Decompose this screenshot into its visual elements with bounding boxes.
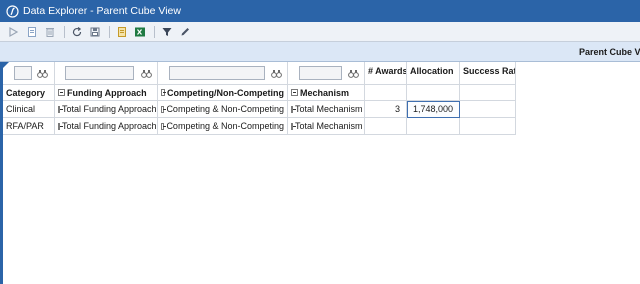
row-rfa-mechanism-label: Total Mechanism	[295, 121, 363, 131]
row-rfa-success-rate[interactable]	[460, 118, 516, 135]
column-header-mechanism[interactable]: Mechanism	[288, 85, 365, 101]
row-clinical-funding-label: Total Funding Approach	[62, 104, 157, 114]
column-header-allocation: Allocation	[407, 62, 460, 85]
filter-cell-category	[3, 62, 55, 85]
row-clinical-competing-label: Competing & Non-Competing	[166, 104, 284, 114]
toolbar	[0, 22, 640, 42]
column-header-awards: # Awards	[365, 62, 407, 85]
column-header-category: Category	[3, 85, 55, 101]
window-titlebar: Data Explorer - Parent Cube View	[0, 0, 640, 22]
binoculars-icon[interactable]	[348, 68, 359, 79]
collapse-icon[interactable]	[161, 122, 167, 130]
binoculars-icon[interactable]	[37, 68, 48, 79]
cube-view-header: Parent Cube Vie	[0, 42, 640, 62]
column-header-success-spacer	[460, 85, 516, 101]
row-rfa-competing[interactable]: Competing & Non-Competing	[158, 118, 288, 135]
navigate-icon[interactable]	[6, 24, 22, 40]
column-header-funding-label: Funding Approach	[67, 87, 147, 98]
filter-input-competing[interactable]	[169, 66, 265, 80]
row-clinical-success-rate[interactable]	[460, 101, 516, 118]
row-clinical-allocation[interactable]: 1,748,000	[407, 101, 460, 118]
document-icon[interactable]	[24, 24, 40, 40]
row-rfa-competing-label: Competing & Non-Competing	[166, 121, 284, 131]
column-header-awards-spacer	[365, 85, 407, 101]
binoculars-icon[interactable]	[271, 68, 282, 79]
filter-cell-mechanism	[288, 62, 365, 85]
collapse-icon[interactable]	[161, 89, 167, 96]
row-clinical-competing[interactable]: Competing & Non-Competing	[158, 101, 288, 118]
excel-icon[interactable]	[132, 24, 148, 40]
row-clinical-funding[interactable]: Total Funding Approach	[55, 101, 158, 118]
app-logo-icon	[5, 4, 19, 18]
toolbar-separator	[109, 25, 110, 38]
window-title: Data Explorer - Parent Cube View	[23, 5, 181, 17]
filter-cell-funding	[55, 62, 158, 85]
row-clinical-mechanism-label: Total Mechanism	[295, 104, 363, 114]
row-rfa-awards[interactable]	[365, 118, 407, 135]
row-rfa-funding[interactable]: Total Funding Approach	[55, 118, 158, 135]
row-rfa-mechanism[interactable]: Total Mechanism	[288, 118, 365, 135]
column-header-funding[interactable]: Funding Approach	[55, 85, 158, 101]
column-header-competing-label: Competing/Non-Competing	[167, 87, 284, 98]
toolbar-separator	[154, 25, 155, 38]
row-rfa-category[interactable]: RFA/PAR	[3, 118, 55, 135]
report-icon[interactable]	[114, 24, 130, 40]
edit-pencil-icon[interactable]	[177, 24, 193, 40]
filter-input-mechanism[interactable]	[299, 66, 342, 80]
row-clinical-awards[interactable]: 3	[365, 101, 407, 118]
filter-icon[interactable]	[159, 24, 175, 40]
collapse-icon[interactable]	[58, 105, 63, 113]
filter-input-funding[interactable]	[65, 66, 134, 80]
collapse-icon[interactable]	[291, 122, 296, 130]
column-header-mechanism-label: Mechanism	[300, 87, 350, 98]
column-header-allocation-spacer	[407, 85, 460, 101]
filter-cell-competing	[158, 62, 288, 85]
collapse-icon[interactable]	[58, 122, 63, 130]
column-header-success-rate: Success Rate	[460, 62, 516, 85]
filter-input-category[interactable]	[14, 66, 32, 80]
collapse-icon[interactable]	[291, 89, 298, 96]
delete-icon[interactable]	[42, 24, 58, 40]
collapse-icon[interactable]	[291, 105, 296, 113]
collapse-icon[interactable]	[58, 89, 65, 96]
row-rfa-funding-label: Total Funding Approach	[62, 121, 157, 131]
binoculars-icon[interactable]	[141, 68, 152, 79]
refresh-icon[interactable]	[69, 24, 85, 40]
row-rfa-allocation[interactable]	[407, 118, 460, 135]
column-header-competing[interactable]: Competing/Non-Competing	[158, 85, 288, 101]
row-clinical-mechanism[interactable]: Total Mechanism	[288, 101, 365, 118]
toolbar-separator	[64, 25, 65, 38]
cube-view-title: Parent Cube Vie	[579, 47, 640, 57]
save-icon[interactable]	[87, 24, 103, 40]
row-clinical-category[interactable]: Clinical	[3, 101, 55, 118]
collapse-icon[interactable]	[161, 105, 167, 113]
data-grid-area: # Awards Allocation Success Rate Categor…	[0, 62, 640, 284]
